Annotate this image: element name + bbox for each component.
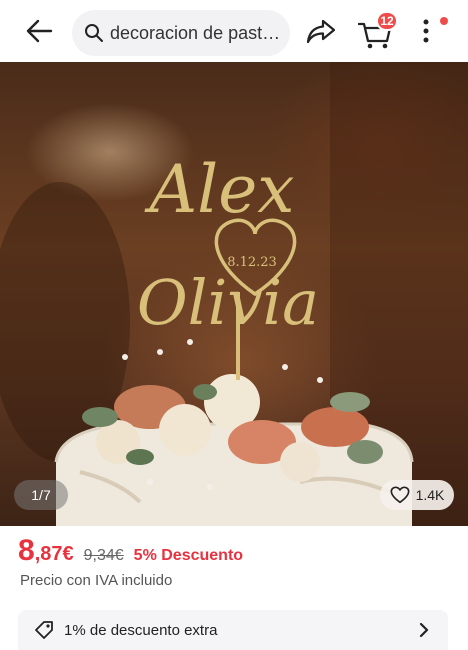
notification-dot	[440, 17, 448, 25]
back-arrow-icon	[25, 19, 53, 48]
discount-label: 5% Descuento	[133, 547, 244, 564]
topper-name-2: Olivia	[137, 266, 319, 339]
tag-icon	[34, 620, 54, 640]
share-icon	[305, 18, 337, 49]
cart-count-badge: 12	[376, 11, 398, 31]
extra-discount-label: 1% de descuento extra	[64, 621, 218, 639]
price-cents: ,87€	[34, 543, 74, 565]
top-bar: decoracion de pastel... 12	[0, 0, 468, 62]
product-image[interactable]: Alex 8.12.23 Olivia 1/7 1.4K	[0, 62, 468, 526]
share-button[interactable]	[303, 16, 339, 50]
search-query-text: decoracion de pastel...	[110, 22, 290, 43]
more-vertical-icon	[422, 18, 430, 49]
original-price: 9,34€	[83, 547, 124, 564]
more-options-button[interactable]	[414, 16, 438, 50]
price-main: 8	[18, 534, 35, 567]
extra-discount-row[interactable]: 1% de descuento extra	[18, 610, 448, 650]
like-button[interactable]: 1.4K	[380, 480, 454, 510]
cart-icon	[355, 22, 395, 56]
price-row: 8 ,87€ 9,34€ 5% Descuento	[18, 534, 243, 570]
search-icon	[84, 23, 104, 43]
topper-name-1: Alex	[143, 151, 294, 228]
cake-photo: Alex 8.12.23 Olivia	[0, 62, 468, 526]
image-pager: 1/7	[14, 480, 68, 510]
like-count: 1.4K	[415, 487, 445, 503]
search-bar[interactable]: decoracion de pastel...	[72, 10, 290, 56]
tax-note: Precio con IVA incluido	[20, 572, 173, 589]
chevron-right-icon	[414, 620, 434, 640]
heart-icon	[390, 485, 410, 505]
back-button[interactable]	[22, 16, 56, 50]
